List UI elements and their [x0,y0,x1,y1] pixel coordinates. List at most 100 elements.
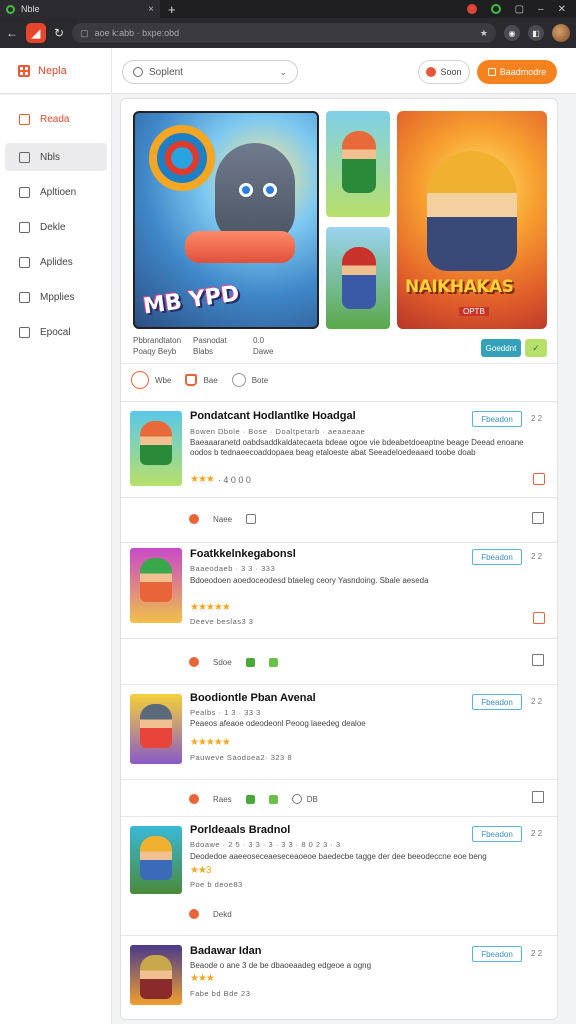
install-button[interactable]: Fbeadon [472,549,522,565]
install-button[interactable]: Fbeadon [472,826,522,842]
game-thumbnail[interactable] [130,826,182,894]
game-thumbnail[interactable] [130,411,182,486]
item-title[interactable]: Badawar Idan [190,945,262,957]
more-menu[interactable]: 2 2 [531,829,542,838]
rating-text: Fabe bd Bde 23 [190,989,251,998]
game-thumbnail[interactable] [130,694,182,764]
brand[interactable]: Nepla [0,47,112,94]
record-icon[interactable] [466,4,477,14]
item-title[interactable]: Porldeaals Bradnol [190,824,290,836]
featured-game-image-2[interactable]: NAIKHAKAS OPTB [397,111,547,329]
action-share[interactable] [268,794,278,804]
minimize-icon[interactable]: – [538,4,544,15]
tab-grid-icon[interactable]: ▢ [515,4,524,15]
action-green[interactable] [245,794,255,804]
item-rating: ★★★ · 4 0 0 0 [190,474,251,485]
extension-2-icon[interactable]: ◧ [528,25,544,41]
tab-favicon-icon [6,4,15,14]
install-button[interactable]: Fbeadon [472,946,522,962]
chevron-down-icon[interactable]: ⌄ [279,67,287,78]
expand-icon[interactable] [532,654,544,666]
install-button[interactable]: Fbeadon [472,694,522,710]
sidebar-item-label: Epocal [40,326,71,338]
sidebar-item-nbls[interactable]: Nbls [5,143,107,171]
install-button[interactable]: Fbeadon [472,411,522,427]
action-green[interactable] [245,657,255,667]
action-box[interactable] [246,514,257,524]
table-icon [19,151,30,163]
action-comment[interactable]: DB [291,794,318,804]
comment-icon [291,794,302,804]
secondary-button[interactable]: Soon [418,60,470,84]
expand-icon[interactable] [532,791,544,803]
url-field[interactable]: ▢ aoe k:abb · bxpe:obd ★ [72,23,496,43]
new-tab-button[interactable]: + [168,2,176,17]
thumbs-up-icon[interactable] [533,612,545,624]
profile-avatar[interactable] [552,24,570,42]
divider [121,401,557,402]
action-row: Raes DB [189,791,318,807]
extension-1-icon[interactable]: ◉ [504,25,520,41]
item-subtitle: Bowen Dbole · Bose · Doaltpetarb · aeaae… [190,427,366,436]
action-like[interactable] [189,909,199,919]
item-title[interactable]: Foatkkelnkegabonsl [190,548,296,560]
more-menu[interactable]: 2 2 [531,414,542,423]
browser-tab[interactable]: Nble × [0,0,160,18]
back-button[interactable]: ← [6,26,18,40]
action-dekd[interactable]: Dekd [213,910,232,919]
window-close-icon[interactable]: ✕ [558,4,566,15]
item-description: Beaode o ane 3 de be dbaoeaadeg edgeoe a… [190,961,372,970]
address-bar: ← ◢ ↻ ▢ aoe k:abb · bxpe:obd ★ ◉ ◧ [0,18,576,48]
action-sdoe[interactable]: Sdoe [213,658,232,667]
meta-line: 0.0 [253,336,265,345]
item-title[interactable]: Boodiontle Pban Avenal [190,692,316,704]
more-menu[interactable]: 2 2 [531,697,542,706]
screenshot-thumb-1[interactable] [326,111,390,217]
close-tab-icon[interactable]: × [148,4,154,15]
action-share[interactable] [268,657,278,667]
thumbs-up-icon[interactable] [533,473,545,485]
app-logo-icon: ◢ [26,23,46,43]
tab-wbe[interactable]: Wbe [131,371,171,389]
action-label: Naee [213,514,233,524]
sidebar-item-label: Mpplies [40,291,75,303]
action-naee[interactable]: Naee [213,515,232,524]
check-button[interactable]: ✓ [525,339,547,357]
action-label: Sdoe [213,657,232,667]
more-menu[interactable]: 2 2 [531,949,542,958]
game-thumbnail[interactable] [130,548,182,623]
game-thumbnail[interactable] [130,945,182,1005]
tab-bae[interactable]: Bae [185,374,218,386]
get-button[interactable]: Goeddnt [481,339,521,357]
sidebar-item-mpplies[interactable]: Mpplies [5,283,107,311]
star-icon [189,657,199,667]
extension-icon[interactable] [490,4,501,14]
sidebar-item-aplides[interactable]: Aplides [5,248,107,276]
smile-icon [231,373,246,387]
refresh-button[interactable]: ↻ [54,26,64,40]
featured-game-image[interactable]: MB YPD [133,111,319,329]
tab-bote[interactable]: Bote [231,373,268,387]
primary-button[interactable]: Baadmodre [477,60,557,84]
clock-icon [131,371,149,389]
sidebar-item-dekle[interactable]: Dekle [5,213,107,241]
action-raes[interactable]: Raes [213,795,232,804]
action-like[interactable] [189,514,199,524]
screenshot-thumb-2[interactable] [326,227,390,329]
character-illustration [140,836,172,880]
bookmark-star-icon[interactable]: ★ [480,28,488,39]
sidebar-item-epocal[interactable]: Epocal [5,318,107,346]
action-like[interactable] [189,794,199,804]
expand-icon[interactable] [532,512,544,524]
rating-stars: ★★★★★ [190,602,231,613]
rating-stars: ★★3 [190,865,211,876]
sidebar-item-apltioen[interactable]: Apltioen [5,178,107,206]
sidebar-item-reada[interactable]: Reada [5,105,107,133]
item-subtitle: Pealbs · 1 3 · 33 3 [190,708,261,717]
item-title[interactable]: Pondatcant Hodlantlke Hoadgal [190,410,356,422]
divider [121,542,557,543]
item-rating: ★★★ [190,973,215,984]
more-menu[interactable]: 2 2 [531,552,542,561]
action-like[interactable] [189,657,199,667]
search-input[interactable]: Soplent ⌄ [122,60,298,84]
